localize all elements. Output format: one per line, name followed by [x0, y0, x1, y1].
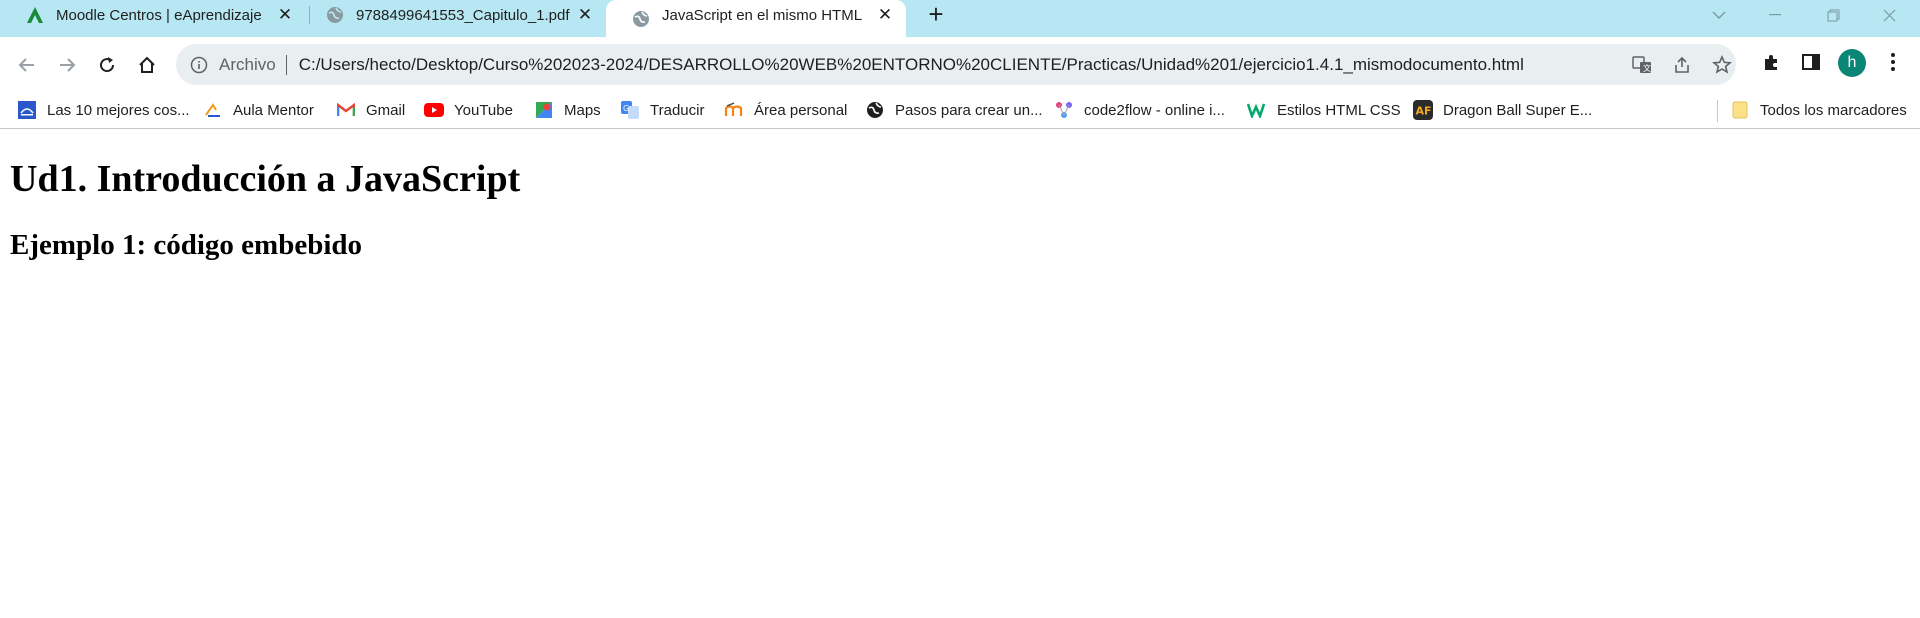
bookmark-label: code2flow - online i... — [1084, 101, 1225, 119]
page-subheading: Ejemplo 1: código embebido — [10, 229, 363, 261]
gmail-icon — [336, 100, 356, 120]
tab-title: JavaScript en el mismo HTML — [662, 6, 863, 24]
forward-button[interactable] — [52, 50, 82, 80]
translate-icon: G — [620, 100, 640, 120]
bookmark-label: Maps — [564, 101, 601, 119]
tab-title: Moodle Centros | eAprendizaje — [56, 6, 262, 24]
bookmark-site-icon — [17, 100, 37, 120]
bookmark-item[interactable]: Área personal — [724, 98, 847, 122]
bookmark-label: Todos los marcadores — [1760, 101, 1907, 119]
bookmark-label: YouTube — [454, 101, 513, 119]
home-button[interactable] — [132, 50, 162, 80]
folder-icon — [1730, 100, 1750, 120]
bookmark-item[interactable]: G Traducir — [620, 98, 704, 122]
tab-active-javascript[interactable]: JavaScript en el mismo HTML ✕ — [606, 0, 906, 37]
bookmark-item[interactable]: Pasos para crear un... — [865, 98, 1043, 122]
bookmark-item[interactable]: YouTube — [424, 98, 513, 122]
reload-button[interactable] — [92, 50, 122, 80]
address-divider — [285, 54, 287, 75]
maps-icon — [534, 100, 554, 120]
bookmarks-bar: Las 10 mejores cos... Aula Mentor Gmail … — [0, 92, 1920, 129]
back-arrow-icon — [18, 58, 34, 72]
w3schools-icon — [1247, 100, 1267, 120]
bookmark-item[interactable]: Aula Mentor — [203, 98, 314, 122]
extensions-icon[interactable] — [1758, 49, 1784, 75]
site-info-icon[interactable] — [189, 55, 209, 75]
translate-page-icon[interactable]: 文 — [1631, 54, 1653, 76]
close-tab-icon[interactable]: ✕ — [876, 6, 894, 24]
svg-text:AF: AF — [1416, 105, 1432, 118]
bookmark-star-icon[interactable] — [1711, 54, 1733, 76]
home-icon — [139, 56, 155, 73]
minimize-icon[interactable] — [1752, 0, 1798, 30]
bookmark-label: Estilos HTML CSS — [1277, 101, 1401, 119]
page-content: Ud1. Introducción a JavaScript Ejemplo 1… — [0, 130, 1920, 618]
aula-mentor-icon — [203, 100, 223, 120]
file-scheme-label: Archivo — [219, 54, 276, 74]
tab-title: 9788499641553_Capitulo_1.pdf — [356, 6, 570, 24]
menu-kebab-icon[interactable] — [1880, 49, 1906, 75]
reload-icon — [100, 57, 115, 73]
close-window-icon[interactable] — [1866, 0, 1912, 30]
bookmark-label: Área personal — [754, 101, 848, 119]
youtube-icon — [424, 100, 444, 120]
globe-icon — [324, 4, 346, 26]
address-bar[interactable]: Archivo C:/Users/hecto/Desktop/Curso%202… — [176, 44, 1736, 85]
close-tab-icon[interactable]: ✕ — [576, 6, 594, 24]
url-text[interactable]: C:/Users/hecto/Desktop/Curso%202023-2024… — [299, 55, 1524, 75]
globe-icon — [865, 100, 885, 120]
bookmark-item[interactable]: code2flow - online i... — [1054, 98, 1225, 122]
new-tab-button[interactable]: + — [923, 1, 949, 28]
page-heading: Ud1. Introducción a JavaScript — [10, 158, 521, 200]
close-tab-icon[interactable]: ✕ — [276, 6, 294, 24]
moodle-m-icon — [724, 100, 744, 120]
forward-arrow-icon — [60, 58, 76, 72]
bookmark-item[interactable]: Las 10 mejores cos... — [17, 98, 190, 122]
back-button[interactable] — [12, 50, 42, 80]
all-bookmarks-folder[interactable]: Todos los marcadores — [1730, 98, 1907, 122]
bookmark-item[interactable]: Gmail — [336, 98, 405, 122]
globe-icon — [630, 8, 652, 30]
bookmark-item[interactable]: Maps — [534, 98, 601, 122]
bookmark-label: Aula Mentor — [233, 101, 314, 119]
bookmark-label: Gmail — [366, 101, 406, 119]
side-panel-icon[interactable] — [1798, 49, 1824, 75]
browser-toolbar: Archivo C:/Users/hecto/Desktop/Curso%202… — [0, 37, 1920, 92]
share-icon[interactable] — [1671, 54, 1693, 76]
bookmark-label: Pasos para crear un... — [895, 101, 1043, 119]
svg-text:G: G — [623, 104, 629, 113]
tab-strip: Moodle Centros | eAprendizaje ✕ 97884996… — [0, 0, 1920, 37]
code2flow-icon — [1054, 100, 1074, 120]
bookmark-item[interactable]: AF Dragon Ball Super E... — [1413, 98, 1592, 122]
bookmark-label: Las 10 mejores cos... — [47, 101, 190, 119]
profile-avatar[interactable]: h — [1838, 49, 1866, 77]
bookmark-label: Dragon Ball Super E... — [1443, 101, 1593, 119]
af-icon: AF — [1413, 100, 1433, 120]
bookmark-label: Traducir — [650, 101, 705, 119]
tab-pdf[interactable]: 9788499641553_Capitulo_1.pdf ✕ — [300, 0, 606, 30]
moodle-icon — [24, 4, 46, 26]
tab-search-icon[interactable] — [1696, 0, 1742, 30]
svg-text:文: 文 — [1643, 63, 1651, 73]
tab-moodle[interactable]: Moodle Centros | eAprendizaje ✕ — [0, 0, 306, 30]
bookmark-item[interactable]: Estilos HTML CSS — [1247, 98, 1401, 122]
bookmarks-separator — [1717, 100, 1718, 122]
restore-icon[interactable] — [1810, 0, 1856, 30]
